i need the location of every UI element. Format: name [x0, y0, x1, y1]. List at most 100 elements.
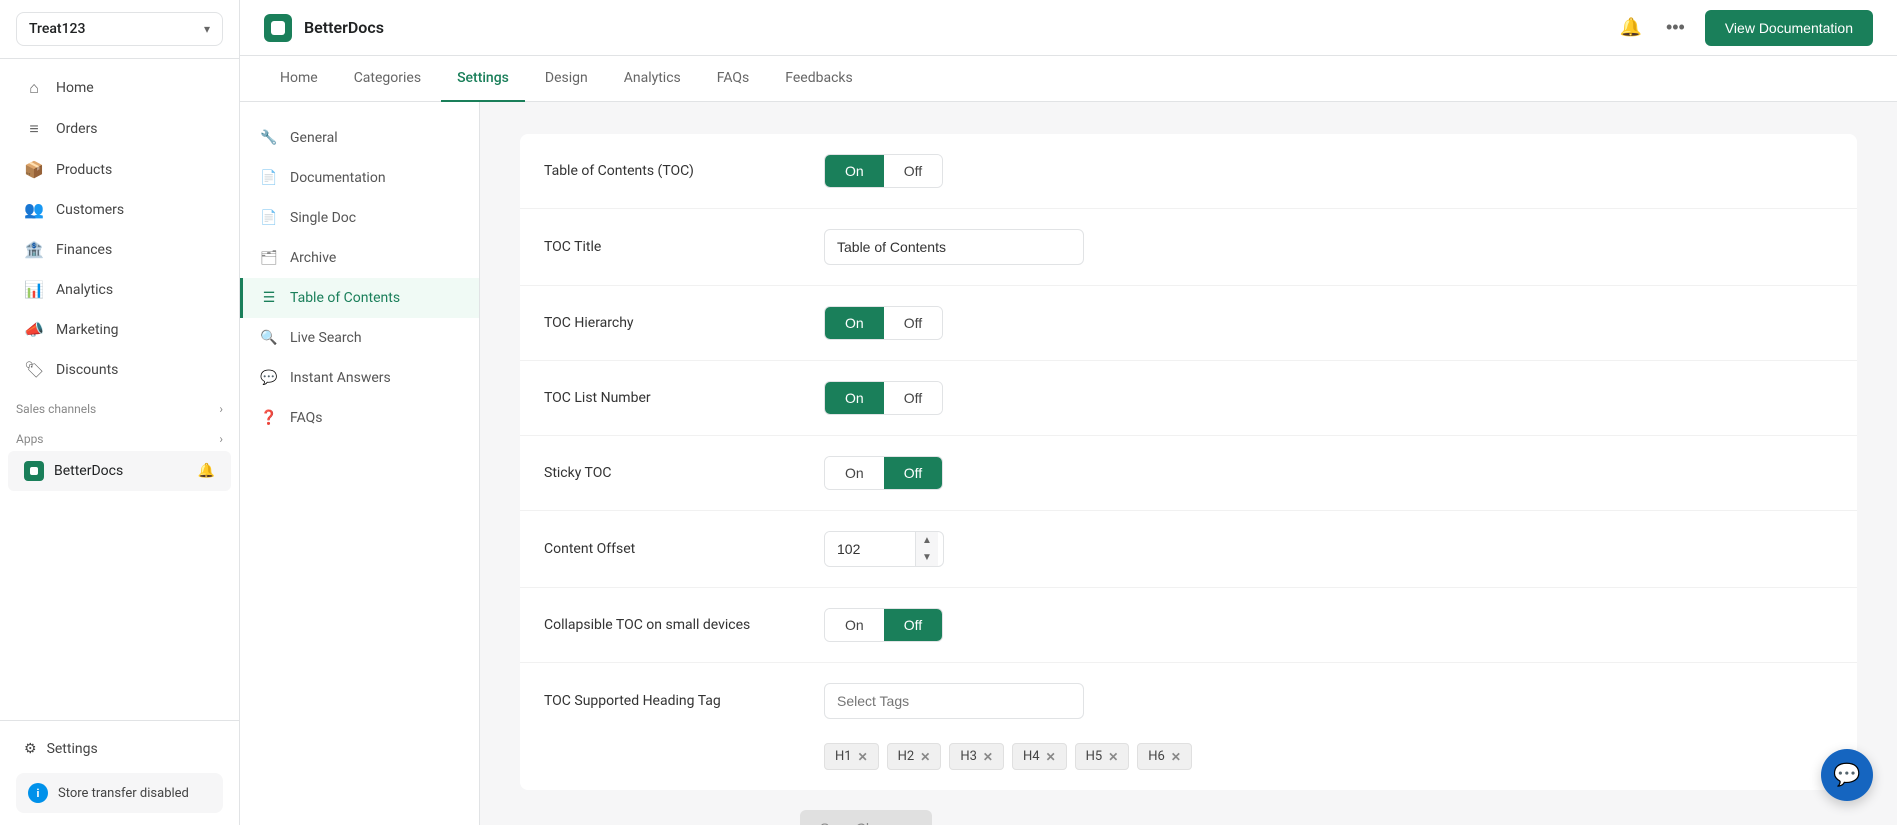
- faq-icon: ❓: [260, 410, 278, 426]
- sidebar-item-customers[interactable]: 👥 Customers: [8, 190, 231, 229]
- chat-bubble[interactable]: 💬: [1821, 749, 1873, 801]
- settings-nav-live-search[interactable]: 🔍 Live Search: [240, 318, 479, 358]
- betterdocs-left: BetterDocs: [24, 461, 123, 481]
- sidebar-item-orders[interactable]: ≡ Orders: [8, 109, 231, 149]
- toc-title-input[interactable]: [824, 229, 1084, 265]
- toc-hierarchy-on-btn[interactable]: On: [825, 307, 884, 339]
- chat-icon: 💬: [260, 370, 278, 386]
- sidebar-item-label: Discounts: [56, 362, 118, 378]
- toc-hierarchy-control: On Off: [824, 306, 1833, 340]
- tab-home[interactable]: Home: [264, 56, 334, 102]
- tag-h1: H1 ✕: [824, 743, 879, 770]
- sidebar-item-label: Analytics: [56, 282, 113, 298]
- number-spinners: ▲ ▼: [915, 532, 938, 566]
- tab-feedbacks[interactable]: Feedbacks: [769, 56, 868, 102]
- sidebar-settings[interactable]: ⚙ Settings: [16, 733, 223, 765]
- toc-list-number-on-btn[interactable]: On: [825, 382, 884, 414]
- collapsible-toc-on-btn[interactable]: On: [825, 609, 884, 641]
- tag-h3-label: H3: [960, 749, 977, 764]
- app-label: BetterDocs: [54, 463, 123, 479]
- marketing-icon: 📣: [24, 320, 44, 339]
- toc-heading-tag-control: [824, 683, 1833, 719]
- settings-nav-general[interactable]: 🔧 General: [240, 118, 479, 158]
- toc-enabled-label: Table of Contents (TOC): [544, 163, 824, 179]
- analytics-icon: 📊: [24, 280, 44, 299]
- customers-icon: 👥: [24, 200, 44, 219]
- settings-nav-archive[interactable]: 🗂 Archive: [240, 238, 479, 278]
- setting-row-toc-list-number: TOC List Number On Off: [520, 361, 1857, 436]
- tag-h1-label: H1: [835, 749, 852, 764]
- tag-h4: H4 ✕: [1012, 743, 1067, 770]
- more-options-icon[interactable]: •••: [1662, 13, 1689, 42]
- topbar: BetterDocs 🔔 ••• View Documentation: [240, 0, 1897, 56]
- sticky-toc-off-btn[interactable]: Off: [884, 457, 942, 489]
- view-documentation-button[interactable]: View Documentation: [1705, 10, 1873, 46]
- sidebar-item-finances[interactable]: 🏦 Finances: [8, 230, 231, 269]
- settings-nav-label: Archive: [290, 250, 336, 266]
- apps-section[interactable]: Apps ›: [0, 420, 239, 450]
- sales-channels-section[interactable]: Sales channels ›: [0, 390, 239, 420]
- single-doc-icon: 📄: [260, 210, 278, 226]
- tag-h2-label: H2: [898, 749, 915, 764]
- settings-nav-single-doc[interactable]: 📄 Single Doc: [240, 198, 479, 238]
- tab-faqs[interactable]: FAQs: [701, 56, 766, 102]
- save-changes-button[interactable]: Save Changes: [800, 810, 932, 825]
- spinner-up-btn[interactable]: ▲: [916, 532, 938, 549]
- products-icon: 📦: [24, 160, 44, 179]
- tag-h6-label: H6: [1148, 749, 1165, 764]
- content-offset-control: ▲ ▼: [824, 531, 1833, 567]
- settings-nav-documentation[interactable]: 📄 Documentation: [240, 158, 479, 198]
- store-transfer-notice: i Store transfer disabled: [16, 773, 223, 813]
- tag-h4-remove[interactable]: ✕: [1046, 750, 1056, 764]
- toc-list-number-label: TOC List Number: [544, 390, 824, 406]
- tab-settings[interactable]: Settings: [441, 56, 525, 102]
- chevron-right-icon: ›: [219, 432, 223, 446]
- toc-heading-tag-row-top: TOC Supported Heading Tag: [544, 683, 1833, 719]
- tag-h2-remove[interactable]: ✕: [920, 750, 930, 764]
- settings-nav-toc[interactable]: ☰ Table of Contents: [240, 278, 479, 318]
- app-logo: [264, 14, 292, 42]
- toc-enabled-toggle: On Off: [824, 154, 943, 188]
- orders-icon: ≡: [24, 119, 44, 139]
- tag-h6-remove[interactable]: ✕: [1171, 750, 1181, 764]
- settings-nav-label: Live Search: [290, 330, 362, 346]
- apps-label: Apps: [16, 432, 44, 446]
- toc-hierarchy-off-btn[interactable]: Off: [884, 307, 942, 339]
- save-btn-area: Save Changes: [800, 790, 1857, 825]
- tag-h3-remove[interactable]: ✕: [983, 750, 993, 764]
- notification-icon[interactable]: 🔔: [1616, 13, 1646, 42]
- toc-enabled-off-btn[interactable]: Off: [884, 155, 942, 187]
- setting-row-content-offset: Content Offset ▲ ▼: [520, 511, 1857, 588]
- sticky-toc-on-btn[interactable]: On: [825, 457, 884, 489]
- tag-h5-remove[interactable]: ✕: [1108, 750, 1118, 764]
- toc-list-number-off-btn[interactable]: Off: [884, 382, 942, 414]
- tab-categories[interactable]: Categories: [338, 56, 437, 102]
- sidebar-item-discounts[interactable]: 🏷 Discounts: [8, 350, 231, 389]
- sidebar-item-products[interactable]: 📦 Products: [8, 150, 231, 189]
- sidebar-item-marketing[interactable]: 📣 Marketing: [8, 310, 231, 349]
- sidebar-item-label: Customers: [56, 202, 124, 218]
- sidebar-item-label: Finances: [56, 242, 112, 258]
- sidebar-item-analytics[interactable]: 📊 Analytics: [8, 270, 231, 309]
- sidebar-item-home[interactable]: ⌂ Home: [8, 68, 231, 108]
- sidebar-item-betterdocs[interactable]: BetterDocs 🔔: [8, 451, 231, 491]
- tab-design[interactable]: Design: [529, 56, 604, 102]
- settings-nav-faqs[interactable]: ❓ FAQs: [240, 398, 479, 438]
- toc-heading-tag-input[interactable]: [824, 683, 1084, 719]
- tag-h1-remove[interactable]: ✕: [858, 750, 868, 764]
- app-title: BetterDocs: [304, 18, 384, 37]
- spinner-down-btn[interactable]: ▼: [916, 549, 938, 566]
- sticky-toc-control: On Off: [824, 456, 1833, 490]
- content-offset-input[interactable]: [825, 532, 915, 566]
- finances-icon: 🏦: [24, 240, 44, 259]
- tab-analytics[interactable]: Analytics: [608, 56, 697, 102]
- store-selector[interactable]: Treat123 ▾: [16, 12, 223, 46]
- toc-settings-section: Table of Contents (TOC) On Off TOC Title: [520, 134, 1857, 790]
- settings-nav-instant-answers[interactable]: 💬 Instant Answers: [240, 358, 479, 398]
- tag-h4-label: H4: [1023, 749, 1040, 764]
- settings-icon: ⚙: [24, 741, 37, 757]
- setting-row-toc-enabled: Table of Contents (TOC) On Off: [520, 134, 1857, 209]
- topbar-right: 🔔 ••• View Documentation: [1616, 10, 1873, 46]
- toc-enabled-on-btn[interactable]: On: [825, 155, 884, 187]
- collapsible-toc-off-btn[interactable]: Off: [884, 609, 942, 641]
